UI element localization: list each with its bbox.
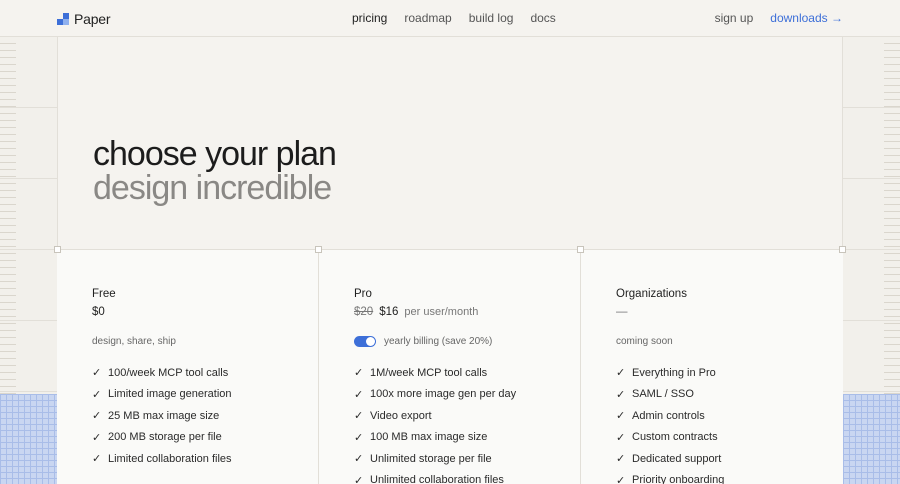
billing-toggle-label: yearly billing (save 20%) — [384, 335, 493, 347]
site-header: Paper pricing roadmap build log docs sig… — [0, 0, 900, 37]
list-item: ✓ 200 MB storage per file — [92, 427, 318, 449]
list-item: ✓ SAML / SSO — [616, 384, 843, 406]
list-item: ✓ Admin controls — [616, 405, 843, 427]
feature-label: 100 MB max image size — [370, 431, 488, 444]
feature-label: Admin controls — [632, 409, 705, 422]
list-item: ✓ Dedicated support — [616, 448, 843, 470]
corner-handle — [577, 246, 584, 253]
list-item: ✓ 100x more image gen per day — [354, 384, 580, 406]
list-item: ✓ Video export — [354, 405, 580, 427]
feature-list: ✓ 1M/week MCP tool calls ✓ 100x more image… — [354, 362, 580, 484]
feature-label: Limited image generation — [108, 388, 232, 401]
list-item: ✓ Everything in Pro — [616, 362, 843, 384]
feature-label: Unlimited collaboration files — [370, 474, 504, 484]
check-icon: ✓ — [616, 474, 626, 484]
right-ruler-lines — [843, 37, 900, 394]
feature-list: ✓ Everything in Pro ✓ SAML / SSO ✓ Admin co… — [616, 362, 843, 484]
old-price: $20 — [354, 306, 374, 318]
right-blue-grid — [843, 394, 900, 484]
feature-label: Everything in Pro — [632, 366, 716, 379]
feature-label: Video export — [370, 409, 432, 422]
downloads-link[interactable]: downloads → — [770, 11, 843, 25]
hero-subheadline: design incredible — [93, 169, 332, 207]
feature-label: 1M/week MCP tool calls — [370, 366, 488, 379]
check-icon: ✓ — [354, 410, 364, 423]
plan-price: $20 $16 per user/month — [354, 306, 580, 324]
feature-label: Unlimited storage per file — [370, 452, 492, 465]
list-item: ✓ 100/week MCP tool calls — [92, 362, 318, 384]
feature-label: 100x more image gen per day — [370, 388, 517, 401]
check-icon: ✓ — [616, 388, 626, 401]
feature-label: SAML / SSO — [632, 388, 694, 401]
feature-list: ✓ 100/week MCP tool calls ✓ Limited image … — [92, 362, 318, 470]
logo-text: Paper — [74, 11, 111, 27]
check-icon: ✓ — [616, 410, 626, 423]
corner-handle — [54, 246, 61, 253]
price-value: — — [616, 306, 628, 318]
logo[interactable]: Paper — [57, 11, 111, 27]
nav-docs[interactable]: docs — [530, 11, 555, 25]
list-item: ✓ Unlimited collaboration files — [354, 470, 580, 484]
check-icon: ✓ — [354, 388, 364, 401]
plan-card-pro: Pro $20 $16 per user/month yearly billin… — [319, 250, 581, 484]
check-icon: ✓ — [354, 453, 364, 466]
price-value: $16 — [379, 306, 399, 318]
sign-up-link[interactable]: sign up — [715, 11, 754, 25]
nav-build-log[interactable]: build log — [469, 11, 514, 25]
billing-toggle[interactable] — [354, 335, 376, 347]
nav-roadmap[interactable]: roadmap — [404, 11, 451, 25]
price-unit: per user/month — [404, 306, 479, 318]
check-icon: ✓ — [92, 410, 102, 423]
hero-section: choose your plan design incredible — [57, 37, 843, 250]
price-value: $0 — [92, 306, 105, 318]
left-blue-grid — [0, 394, 57, 484]
plan-name: Organizations — [616, 288, 687, 300]
plan-subtitle: coming soon — [616, 335, 673, 347]
check-icon: ✓ — [616, 431, 626, 444]
check-icon: ✓ — [92, 367, 102, 380]
check-icon: ✓ — [616, 453, 626, 466]
check-icon: ✓ — [92, 453, 102, 466]
main-nav: pricing roadmap build log docs — [352, 11, 556, 25]
check-icon: ✓ — [92, 431, 102, 444]
left-ruler-lines — [0, 37, 57, 394]
billing-toggle-row: yearly billing (save 20%) — [354, 334, 580, 348]
plan-name: Free — [92, 288, 116, 300]
plan-price: — — [616, 306, 843, 324]
check-icon: ✓ — [354, 367, 364, 380]
check-icon: ✓ — [354, 431, 364, 444]
list-item: ✓ Limited image generation — [92, 384, 318, 406]
list-item: ✓ Unlimited storage per file — [354, 448, 580, 470]
list-item: ✓ 100 MB max image size — [354, 427, 580, 449]
feature-label: 200 MB storage per file — [108, 431, 222, 444]
plan-name: Pro — [354, 288, 372, 300]
corner-handle — [839, 246, 846, 253]
header-actions: sign up downloads → — [715, 11, 843, 25]
list-item: ✓ Custom contracts — [616, 427, 843, 449]
feature-label: Dedicated support — [632, 452, 722, 465]
check-icon: ✓ — [92, 388, 102, 401]
feature-label: Limited collaboration files — [108, 452, 232, 465]
check-icon: ✓ — [354, 474, 364, 484]
hero-headline: choose your plan — [93, 135, 337, 173]
list-item: ✓ 25 MB max image size — [92, 405, 318, 427]
plan-price: $0 — [92, 306, 318, 324]
list-item: ✓ 1M/week MCP tool calls — [354, 362, 580, 384]
plan-card-organizations: Organizations — coming soon ✓ Everything … — [581, 250, 843, 484]
pricing-section: Free $0 design, share, ship ✓ 100/week MC… — [57, 249, 843, 484]
paper-logo-icon — [57, 13, 69, 25]
corner-handle — [315, 246, 322, 253]
plan-subtitle: design, share, ship — [92, 335, 176, 347]
feature-label: 100/week MCP tool calls — [108, 366, 229, 379]
list-item: ✓ Limited collaboration files — [92, 448, 318, 470]
list-item: ✓ Priority onboarding — [616, 470, 843, 484]
feature-label: 25 MB max image size — [108, 409, 220, 422]
check-icon: ✓ — [616, 367, 626, 380]
feature-label: Priority onboarding — [632, 474, 725, 484]
plan-card-free: Free $0 design, share, ship ✓ 100/week MC… — [57, 250, 319, 484]
feature-label: Custom contracts — [632, 431, 718, 444]
nav-pricing[interactable]: pricing — [352, 11, 387, 25]
